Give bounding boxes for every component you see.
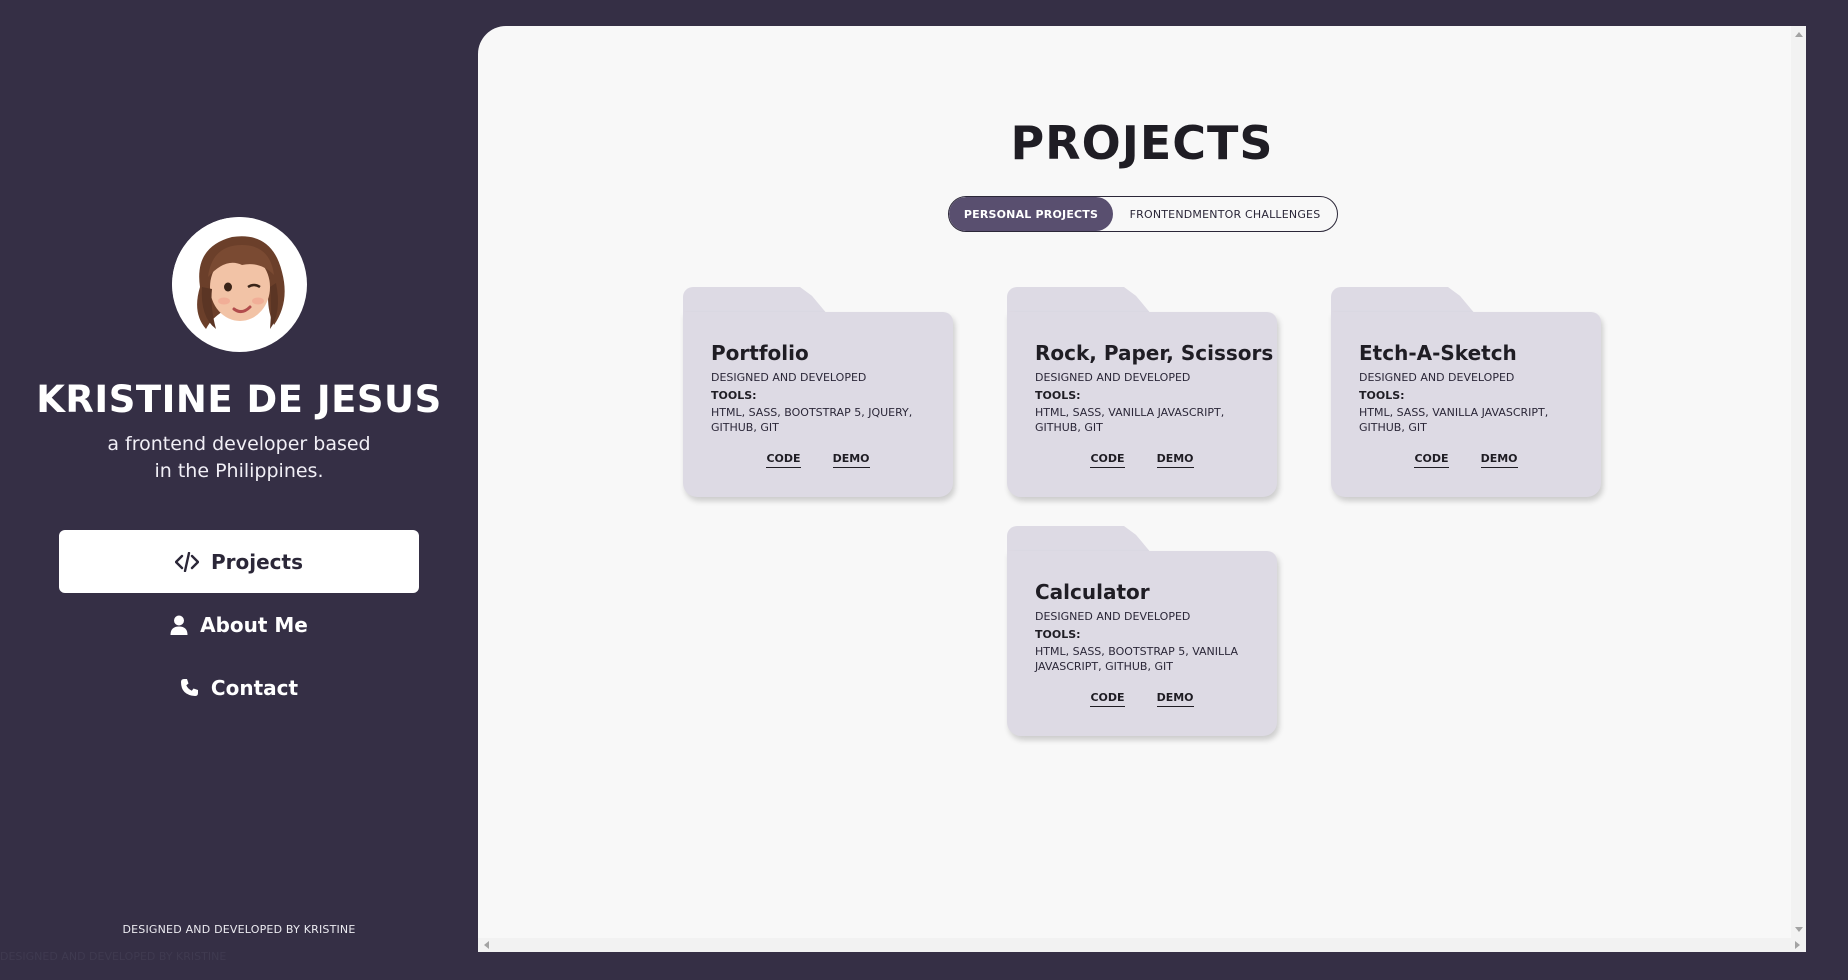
project-tools: HTML, SASS, BOOTSTRAP 5, VANILLA JAVASCR… [1035,645,1239,673]
horizontal-scrollbar[interactable] [478,938,1806,952]
project-title: Etch-A-Sketch [1359,341,1517,365]
project-type-toggle: PERSONAL PROJECTS FRONTENDMENTOR CHALLEN… [948,196,1338,232]
demo-link[interactable]: DEMO [1156,452,1194,468]
tools-label: TOOLS: [711,389,757,402]
profile-name: KRISTINE DE JESUS [36,378,442,421]
scroll-left-icon[interactable] [484,941,489,949]
tools-label: TOOLS: [1359,389,1405,402]
tab-frontendmentor-challenges[interactable]: FRONTENDMENTOR CHALLENGES [1113,197,1337,231]
nav-contact-label: Contact [210,675,299,700]
vertical-scrollbar[interactable] [1791,26,1806,938]
code-icon [174,551,199,572]
project-title: Calculator [1035,580,1150,604]
tab-personal-projects[interactable]: PERSONAL PROJECTS [949,197,1113,231]
page-title: PROJECTS [1010,116,1274,170]
project-tools: HTML, SASS, VANILLA JAVASCRIPT, GITHUB, … [1359,406,1549,434]
user-icon [170,615,188,635]
project-card-etch-a-sketch: Etch-A-Sketch DESIGNED AND DEVELOPED TOO… [1331,287,1601,497]
avatar-memoji-icon [172,217,306,351]
nav-contact[interactable]: Contact [59,656,419,719]
nav-about-me-label: About Me [200,612,308,637]
scroll-up-icon[interactable] [1795,32,1803,37]
project-tools: HTML, SASS, VANILLA JAVASCRIPT, GITHUB, … [1035,406,1225,434]
demo-link[interactable]: DEMO [832,452,870,468]
code-link[interactable]: CODE [766,452,801,468]
sidebar-footer: DESIGNED AND DEVELOPED BY KRISTINE [122,923,356,936]
profile-tagline: a frontend developer based in the Philip… [107,433,371,482]
demo-link[interactable]: DEMO [1156,691,1194,707]
code-link[interactable]: CODE [1414,452,1449,468]
sidebar: KRISTINE DE JESUS a frontend developer b… [0,0,478,980]
scroll-right-icon[interactable] [1795,941,1800,949]
code-link[interactable]: CODE [1090,691,1125,707]
demo-link[interactable]: DEMO [1480,452,1518,468]
tools-label: TOOLS: [1035,628,1081,641]
nav-projects-label: Projects [210,549,303,574]
project-card-calculator: Calculator DESIGNED AND DEVELOPED TOOLS:… [1007,526,1277,736]
project-tools: HTML, SASS, BOOTSTRAP 5, JQUERY, GITHUB,… [711,406,913,434]
nav-projects[interactable]: Projects [59,530,419,593]
project-card-rock-paper-scissors: Rock, Paper, Scissors DESIGNED AND DEVEL… [1007,287,1277,497]
project-subtitle: DESIGNED AND DEVELOPED [1359,371,1515,384]
tools-label: TOOLS: [1035,389,1081,402]
nav-about-me[interactable]: About Me [59,593,419,656]
project-card-portfolio: Portfolio DESIGNED AND DEVELOPED TOOLS: … [683,287,953,497]
main-panel: PROJECTS PERSONAL PROJECTS FRONTENDMENTO… [478,26,1806,952]
project-subtitle: DESIGNED AND DEVELOPED [1035,610,1191,623]
project-links: CODE DEMO [1007,691,1277,707]
avatar [172,217,307,352]
project-links: CODE DEMO [1331,452,1601,468]
project-title: Portfolio [711,341,809,365]
project-title: Rock, Paper, Scissors [1035,341,1274,365]
project-links: CODE DEMO [1007,452,1277,468]
code-link[interactable]: CODE [1090,452,1125,468]
scroll-down-icon[interactable] [1795,927,1803,932]
project-subtitle: DESIGNED AND DEVELOPED [1035,371,1191,384]
ghost-footer: DESIGNED AND DEVELOPED BY KRISTINE [0,950,227,963]
project-subtitle: DESIGNED AND DEVELOPED [711,371,867,384]
project-links: CODE DEMO [683,452,953,468]
phone-icon [180,678,199,697]
